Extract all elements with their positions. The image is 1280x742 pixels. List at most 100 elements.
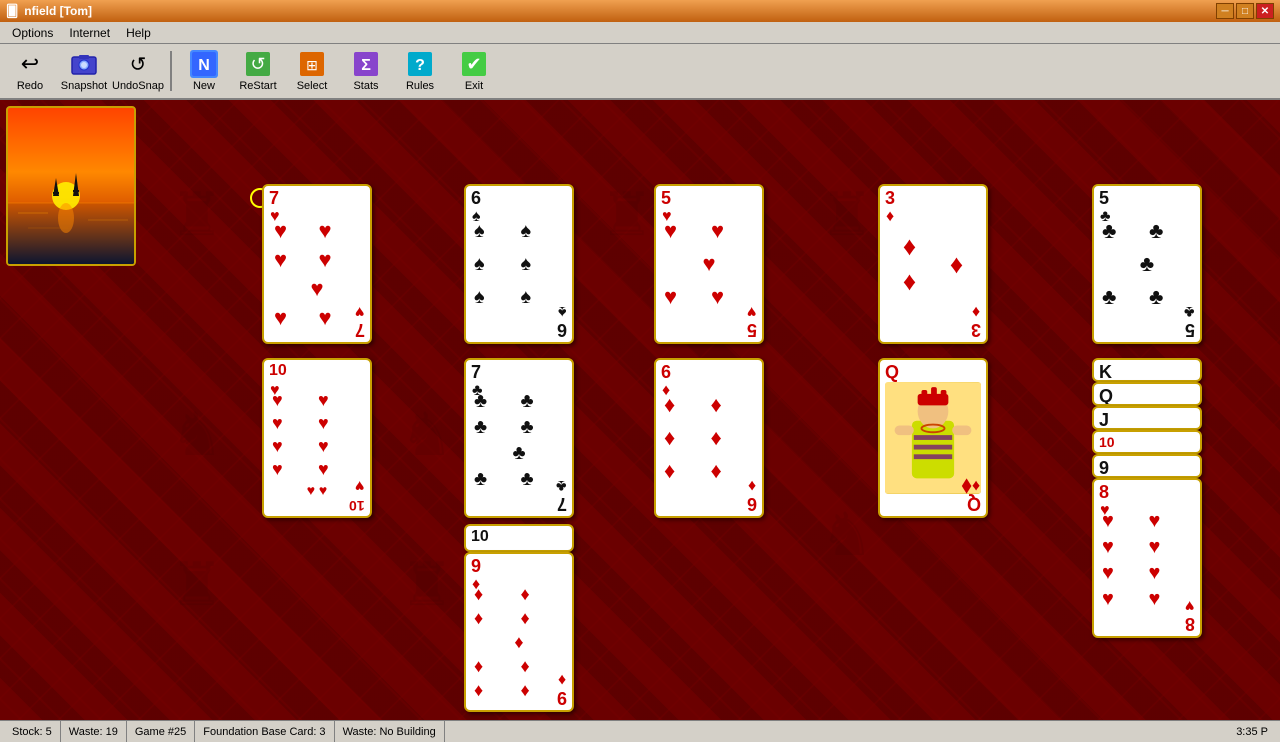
card-suit-br: ♥ (355, 302, 365, 320)
svg-text:↺: ↺ (250, 54, 265, 74)
new-icon: N (190, 50, 218, 78)
card-rank: 7 (269, 189, 279, 207)
stats-label: Stats (353, 80, 378, 92)
undosnap-label: UndoSnap (112, 80, 164, 92)
card-king-spades[interactable]: K (1092, 358, 1202, 382)
card-suit-br: ♣ (556, 476, 567, 494)
close-button[interactable]: ✕ (1256, 3, 1274, 19)
redo-button[interactable]: ↩ Redo (4, 46, 56, 96)
redo-label: Redo (17, 80, 43, 92)
card-3-diamonds[interactable]: 3 ♦ ♦ ♦ ♦ 3 ♦ (878, 184, 988, 344)
card-rank-br: 9 (557, 689, 567, 707)
status-stock: Stock: 5 (4, 721, 61, 742)
card-10-hearts-col5[interactable]: 10 (1092, 430, 1202, 454)
building-label: Waste: No Building (343, 726, 436, 738)
card-rank: K (1099, 363, 1112, 381)
card-5-hearts[interactable]: 5 ♥ ♥♥ ♥ ♥♥ 5 ♥ (654, 184, 764, 344)
card-rank: 3 (885, 189, 895, 207)
svg-text:?: ? (415, 57, 425, 74)
card-rank-br: 6 (747, 495, 757, 513)
redo-icon: ↩ (16, 50, 44, 78)
snapshot-icon (70, 50, 98, 78)
undosnap-button[interactable]: ↺ UndoSnap (112, 46, 164, 96)
status-game: Game #25 (127, 721, 195, 742)
undosnap-icon: ↺ (124, 50, 152, 78)
status-foundation: Foundation Base Card: 3 (195, 721, 334, 742)
card-pips: ♠♠ ♠♠ ♠♠ (474, 216, 564, 312)
exit-label: Exit (465, 80, 483, 92)
card-5-clubs[interactable]: 5 ♣ ♣♣ ♣ ♣♣ 5 ♣ (1092, 184, 1202, 344)
card-rank: 7 (471, 363, 481, 381)
exit-icon: ✔ (460, 50, 488, 78)
card-suit-br: ♥ (1185, 596, 1195, 614)
card-queen-spades[interactable]: Q (1092, 382, 1202, 406)
minimize-button[interactable]: ─ (1216, 3, 1234, 19)
status-building: Waste: No Building (335, 721, 445, 742)
card-rank: 9 (471, 557, 481, 575)
restart-button[interactable]: ↺ ReStart (232, 46, 284, 96)
stock-label: Stock: 5 (12, 726, 52, 738)
card-suit-br: ♥ (747, 302, 757, 320)
card-pips: ♥♥ ♥♥ ♥ ♥♥ (272, 216, 362, 312)
card-rank: 10 (269, 363, 287, 379)
card-rank-br: 3 (971, 321, 981, 339)
card-6-diamonds[interactable]: 6 ♦ ♦♦ ♦♦ ♦♦ 6 ♦ (654, 358, 764, 518)
card-rank-br: 5 (747, 321, 757, 339)
card-rank-br: Q (967, 495, 981, 513)
card-7-clubs[interactable]: 7 ♣ ♣♣ ♣♣ ♣ ♣♣ 7 ♣ (464, 358, 574, 518)
exit-button[interactable]: ✔ Exit (448, 46, 500, 96)
select-label: Select (297, 80, 328, 92)
card-7-hearts[interactable]: 7 ♥ ♥♥ ♥♥ ♥ ♥♥ 7 ♥ (262, 184, 372, 344)
card-suit-br: ♦ (748, 476, 756, 494)
separator-1 (170, 51, 172, 91)
maximize-button[interactable]: □ (1236, 3, 1254, 19)
card-pips: ♦♦ ♦♦ ♦♦ (664, 390, 754, 486)
card-6-spades[interactable]: 6 ♠ ♠♠ ♠♠ ♠♠ 6 ♠ (464, 184, 574, 344)
card-10-spades[interactable]: 10 ♠ (464, 524, 574, 552)
snapshot-button[interactable]: Snapshot (58, 46, 110, 96)
restart-label: ReStart (239, 80, 276, 92)
card-pips: ♥♥ ♥ ♥♥ (664, 216, 754, 312)
card-rank: 9 (1099, 459, 1109, 477)
titlebar: 🂠 nfield [Tom] ─ □ ✕ (0, 0, 1280, 22)
stats-icon: Σ (352, 50, 380, 78)
snapshot-label: Snapshot (61, 80, 107, 92)
menu-internet[interactable]: Internet (61, 24, 118, 42)
card-pips: ♥♥ ♥♥ ♥♥ ♥♥ (1102, 510, 1192, 606)
card-suit-br: ♦ (972, 302, 980, 320)
card-suit-br: ♦ (972, 476, 980, 494)
card-rank: 10 (471, 529, 489, 545)
menu-options[interactable]: Options (4, 24, 61, 42)
card-rank: 10 (1099, 435, 1115, 449)
card-suit-br: ♥ (355, 476, 365, 494)
game-area[interactable]: 7 ♥ ♥♥ ♥♥ ♥ ♥♥ 7 ♥ 10 ♥ ♥♥ ♥♥ ♥♥ ♥♥ ♥ ♥ … (0, 100, 1280, 720)
card-rank: Q (1099, 387, 1113, 405)
foundation-label: Foundation Base Card: 3 (203, 726, 325, 738)
select-icon: ⊞ (298, 50, 326, 78)
card-queen-diamonds[interactable]: Q ♦ (878, 358, 988, 518)
card-9-spades[interactable]: 9 (1092, 454, 1202, 478)
select-button[interactable]: ⊞ Select (286, 46, 338, 96)
titlebar-controls: ─ □ ✕ (1216, 3, 1274, 19)
rules-label: Rules (406, 80, 434, 92)
card-rank: Q (885, 363, 899, 381)
time-label: 3:35 P (1236, 726, 1268, 738)
card-10-hearts[interactable]: 10 ♥ ♥♥ ♥♥ ♥♥ ♥♥ ♥ ♥ 10 ♥ (262, 358, 372, 518)
card-8-hearts[interactable]: 8 ♥ ♥♥ ♥♥ ♥♥ ♥♥ 8 ♥ (1092, 478, 1202, 638)
card-suit-br: ♦ (558, 670, 566, 688)
svg-text:N: N (198, 57, 210, 74)
new-button[interactable]: N New (178, 46, 230, 96)
menubar: Options Internet Help (0, 22, 1280, 44)
rules-button[interactable]: ? Rules (394, 46, 446, 96)
stats-button[interactable]: Σ Stats (340, 46, 392, 96)
toolbar: ↩ Redo Snapshot ↺ UndoSnap N New (0, 44, 1280, 100)
card-pips: ♦♦ ♦♦ ♦ ♦♦ ♦♦ (474, 584, 564, 680)
card-9-diamonds[interactable]: 9 ♦ ♦♦ ♦♦ ♦ ♦♦ ♦♦ 9 ♦ (464, 552, 574, 712)
status-time: 3:35 P (1228, 721, 1276, 742)
menu-help[interactable]: Help (118, 24, 159, 42)
card-pips: ♣♣ ♣ ♣♣ (1102, 216, 1192, 312)
card-rank-br: 5 (1185, 321, 1195, 339)
card-rank: 8 (1099, 483, 1109, 501)
card-jack-spades[interactable]: J (1092, 406, 1202, 430)
restart-icon: ↺ (244, 50, 272, 78)
